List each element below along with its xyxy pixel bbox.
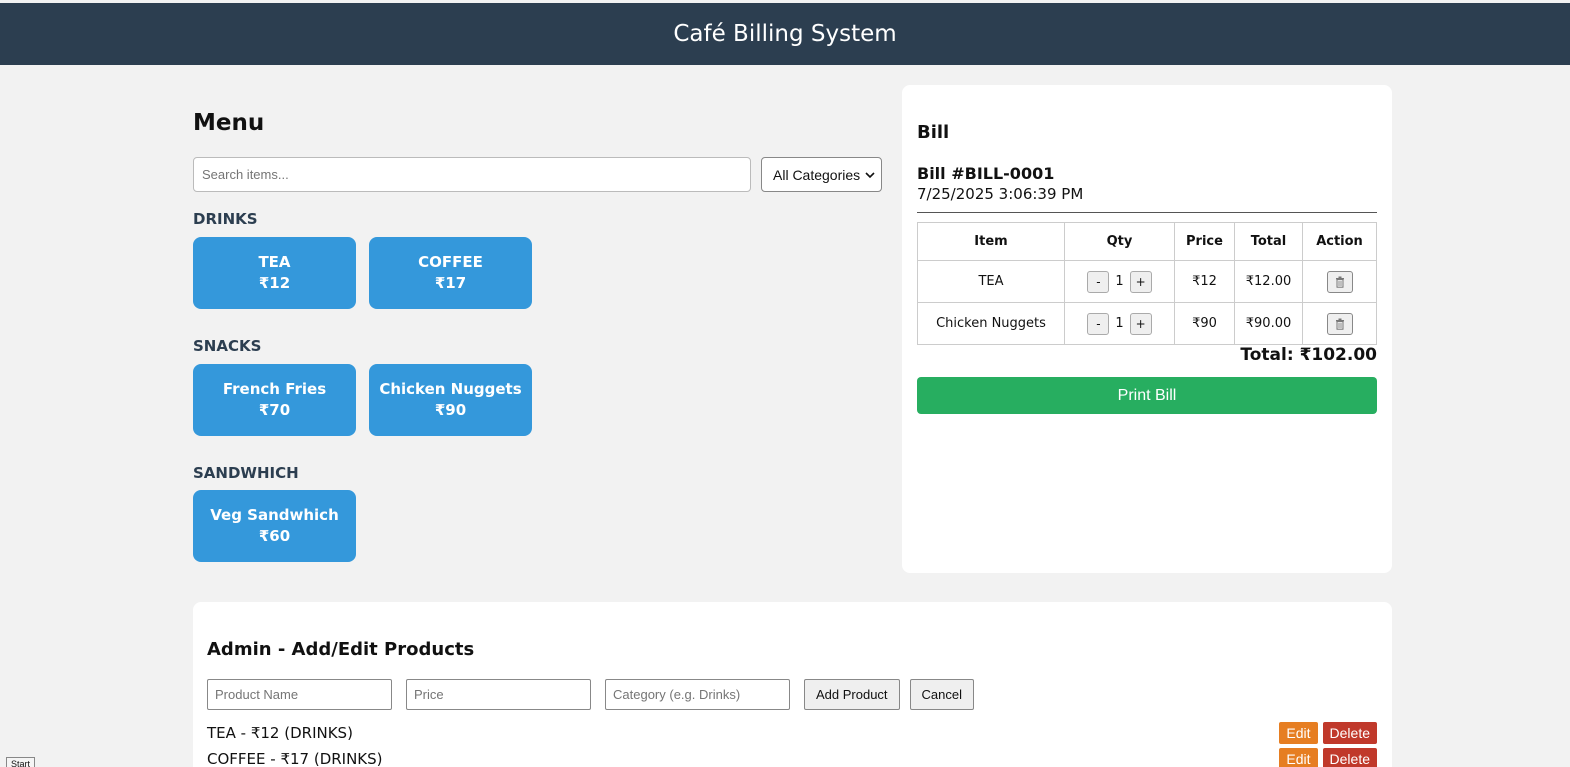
bill-divider [917, 212, 1377, 213]
admin-title: Admin - Add/Edit Products [207, 639, 475, 660]
qty-value: 1 [1115, 316, 1124, 331]
admin-panel: Admin - Add/Edit Products Add Product Ca… [193, 602, 1392, 767]
qty-cell: - 1 + [1064, 302, 1175, 345]
category-heading-sandwhich: SANDWHICH [193, 464, 299, 482]
column-header-total: Total [1234, 222, 1303, 261]
qty-decrease-button[interactable]: - [1087, 270, 1110, 293]
list-item: TEA - ₹12 (DRINKS) Edit Delete [207, 720, 1377, 746]
trash-icon [1335, 318, 1344, 330]
menu-item-french-fries[interactable]: French Fries ₹70 [193, 364, 356, 436]
bill-item-price: ₹12 [1174, 260, 1235, 303]
menu-item-name: Veg Sandwhich [210, 506, 339, 524]
table-row: TEA - 1 + ₹12 ₹12.00 [917, 260, 1377, 303]
add-product-button[interactable]: Add Product [804, 679, 900, 710]
menu-item-price: ₹60 [258, 527, 291, 545]
menu-item-price: ₹70 [258, 401, 291, 419]
bill-total: Total: ₹102.00 [1240, 345, 1377, 365]
column-header-item: Item [917, 222, 1065, 261]
cancel-button[interactable]: Cancel [909, 679, 975, 710]
remove-item-button[interactable] [1326, 270, 1353, 293]
menu-item-name: French Fries [222, 380, 327, 398]
menu-item-veg-sandwhich[interactable]: Veg Sandwhich ₹60 [193, 490, 356, 562]
column-header-price: Price [1174, 222, 1235, 261]
menu-item-name: COFFEE [418, 253, 483, 271]
remove-item-button[interactable] [1326, 312, 1353, 335]
action-cell [1302, 302, 1377, 345]
app-header: Café Billing System [0, 3, 1570, 65]
trash-icon [1335, 276, 1344, 288]
edit-button[interactable]: Edit [1279, 748, 1318, 767]
bill-datetime: 7/25/2025 3:06:39 PM [917, 185, 1084, 203]
category-heading-snacks: SNACKS [193, 337, 262, 355]
category-select-value: All Categories [773, 166, 861, 183]
bill-item-total: ₹90.00 [1234, 302, 1303, 345]
bill-table-header: Item Qty Price Total Action [917, 222, 1377, 261]
bill-title: Bill [917, 122, 950, 143]
list-item: COFFEE - ₹17 (DRINKS) Edit Delete [207, 746, 1377, 767]
bill-item-total: ₹12.00 [1234, 260, 1303, 303]
qty-value: 1 [1115, 274, 1124, 289]
delete-button[interactable]: Delete [1322, 722, 1377, 744]
column-header-qty: Qty [1064, 222, 1175, 261]
product-entry-text: COFFEE - ₹17 (DRINKS) [207, 750, 383, 767]
bill-panel: Bill Bill #BILL-0001 7/25/2025 3:06:39 P… [902, 85, 1392, 573]
product-list: TEA - ₹12 (DRINKS) Edit Delete COFFEE - … [207, 720, 1377, 767]
bill-table: Item Qty Price Total Action TEA - 1 + ₹1… [917, 222, 1377, 345]
menu-item-name: Chicken Nuggets [379, 380, 522, 398]
table-row: Chicken Nuggets - 1 + ₹90 ₹90.00 [917, 302, 1377, 345]
items-row-snacks: French Fries ₹70 Chicken Nuggets ₹90 [193, 364, 532, 436]
category-select[interactable]: All Categories [761, 157, 882, 192]
menu-item-tea[interactable]: TEA ₹12 [193, 237, 356, 309]
bill-item-name: Chicken Nuggets [917, 302, 1065, 345]
qty-decrease-button[interactable]: - [1087, 312, 1110, 335]
bill-item-price: ₹90 [1174, 302, 1235, 345]
edit-button[interactable]: Edit [1279, 722, 1318, 744]
menu-panel: Menu All Categories DRINKS TEA ₹12 COFFE… [193, 100, 883, 562]
menu-search-row: All Categories [193, 157, 882, 192]
admin-form: Add Product Cancel [207, 679, 975, 710]
qty-increase-button[interactable]: + [1129, 312, 1152, 335]
qty-increase-button[interactable]: + [1129, 270, 1152, 293]
menu-item-coffee[interactable]: COFFEE ₹17 [369, 237, 532, 309]
menu-item-chicken-nuggets[interactable]: Chicken Nuggets ₹90 [369, 364, 532, 436]
app-title: Café Billing System [673, 21, 897, 47]
bill-number: Bill #BILL-0001 [917, 164, 1055, 183]
category-input[interactable] [605, 679, 790, 710]
bill-item-name: TEA [917, 260, 1065, 303]
search-input[interactable] [193, 157, 751, 192]
print-bill-button[interactable]: Print Bill [917, 377, 1377, 414]
menu-item-price: ₹90 [434, 401, 467, 419]
menu-title: Menu [193, 110, 265, 136]
items-row-sandwhich: Veg Sandwhich ₹60 [193, 490, 356, 562]
product-name-input[interactable] [207, 679, 392, 710]
price-input[interactable] [406, 679, 591, 710]
action-cell [1302, 260, 1377, 303]
menu-item-price: ₹17 [434, 274, 467, 292]
delete-button[interactable]: Delete [1322, 748, 1377, 767]
qty-cell: - 1 + [1064, 260, 1175, 303]
category-heading-drinks: DRINKS [193, 210, 258, 228]
start-button[interactable]: Start [6, 757, 36, 767]
chevron-down-icon [865, 171, 875, 178]
menu-item-price: ₹12 [258, 274, 291, 292]
column-header-action: Action [1302, 222, 1377, 261]
items-row-drinks: TEA ₹12 COFFEE ₹17 [193, 237, 532, 309]
product-entry-text: TEA - ₹12 (DRINKS) [207, 724, 353, 742]
menu-item-name: TEA [258, 253, 291, 271]
